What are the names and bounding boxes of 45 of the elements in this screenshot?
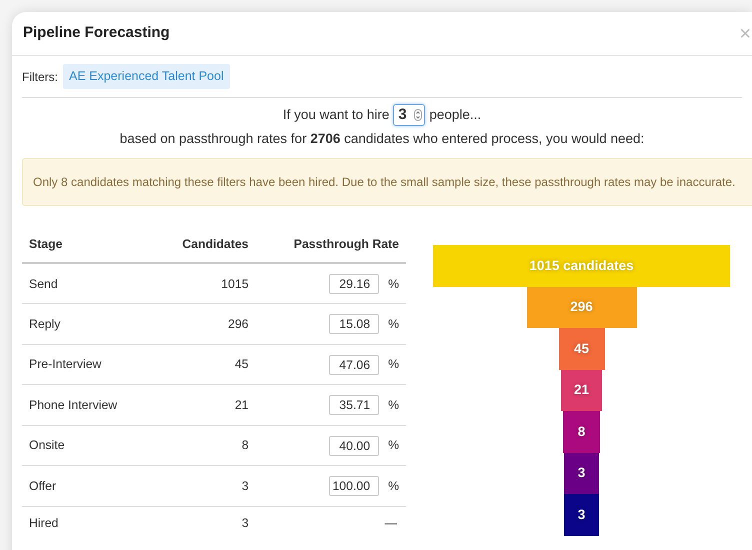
stage-cell: Hired xyxy=(22,506,156,540)
dialog-title: Pipeline Forecasting xyxy=(23,23,170,44)
funnel-bar: 3 xyxy=(564,452,599,494)
spinner-icon[interactable] xyxy=(414,109,422,121)
column-header: Candidates xyxy=(156,226,249,264)
candidates-cell: 8 xyxy=(156,425,249,466)
stage-cell: Onsite xyxy=(22,425,156,466)
percent-unit: % xyxy=(388,478,399,495)
rate-field[interactable]: 100.00 xyxy=(329,476,380,496)
funnel-bar: 1015 candidates xyxy=(433,245,730,287)
column-header: Stage xyxy=(22,226,156,264)
percent-unit: % xyxy=(388,316,399,333)
stage-cell: Phone Interview xyxy=(22,384,156,426)
funnel-bar: 8 xyxy=(563,411,600,453)
rate-field[interactable]: 47.06 xyxy=(329,354,380,374)
percent-unit: % xyxy=(388,276,399,293)
candidates-cell: 296 xyxy=(156,304,249,344)
candidates-cell: 45 xyxy=(156,344,249,385)
rate-field[interactable]: 35.71 xyxy=(329,395,380,415)
summary-text: based on passthrough rates for 2706 candidates who entered process, you would need: xyxy=(118,130,646,148)
column-header: Passthrough Rate xyxy=(248,226,406,264)
funnel-bar: 296 xyxy=(526,286,636,328)
rate-field[interactable]: 29.16 xyxy=(329,274,380,294)
funnel-bar: 45 xyxy=(558,328,604,370)
candidates-cell: 3 xyxy=(156,506,249,540)
candidates-cell: 1015 xyxy=(156,263,249,304)
filters-label: Filters: xyxy=(22,68,58,86)
percent-unit: % xyxy=(388,437,399,454)
rate-field[interactable]: 15.08 xyxy=(329,314,380,334)
stage-cell: Reply xyxy=(22,304,156,344)
hire-prefix: If you want to hire xyxy=(282,106,390,124)
percent-unit: % xyxy=(388,356,399,374)
empty-rate: — xyxy=(384,515,397,532)
stage-cell: Pre-Interview xyxy=(22,344,156,385)
funnel-bar: 21 xyxy=(561,370,602,412)
warning-alert: Only 8 candidates matching these filters have been hired. Due to the small sample size, these passthrough rates may be inaccurate. xyxy=(22,158,752,206)
funnel-bar: 3 xyxy=(564,494,599,536)
percent-unit: % xyxy=(388,396,399,414)
rate-field[interactable]: 40.00 xyxy=(329,436,380,456)
candidates-cell: 3 xyxy=(156,466,249,506)
hire-count-field[interactable]: 3 xyxy=(393,104,426,126)
stage-cell: Offer xyxy=(22,466,156,506)
hire-suffix: people... xyxy=(429,106,482,124)
candidates-cell: 21 xyxy=(156,384,249,426)
stage-cell: Send xyxy=(22,263,156,304)
